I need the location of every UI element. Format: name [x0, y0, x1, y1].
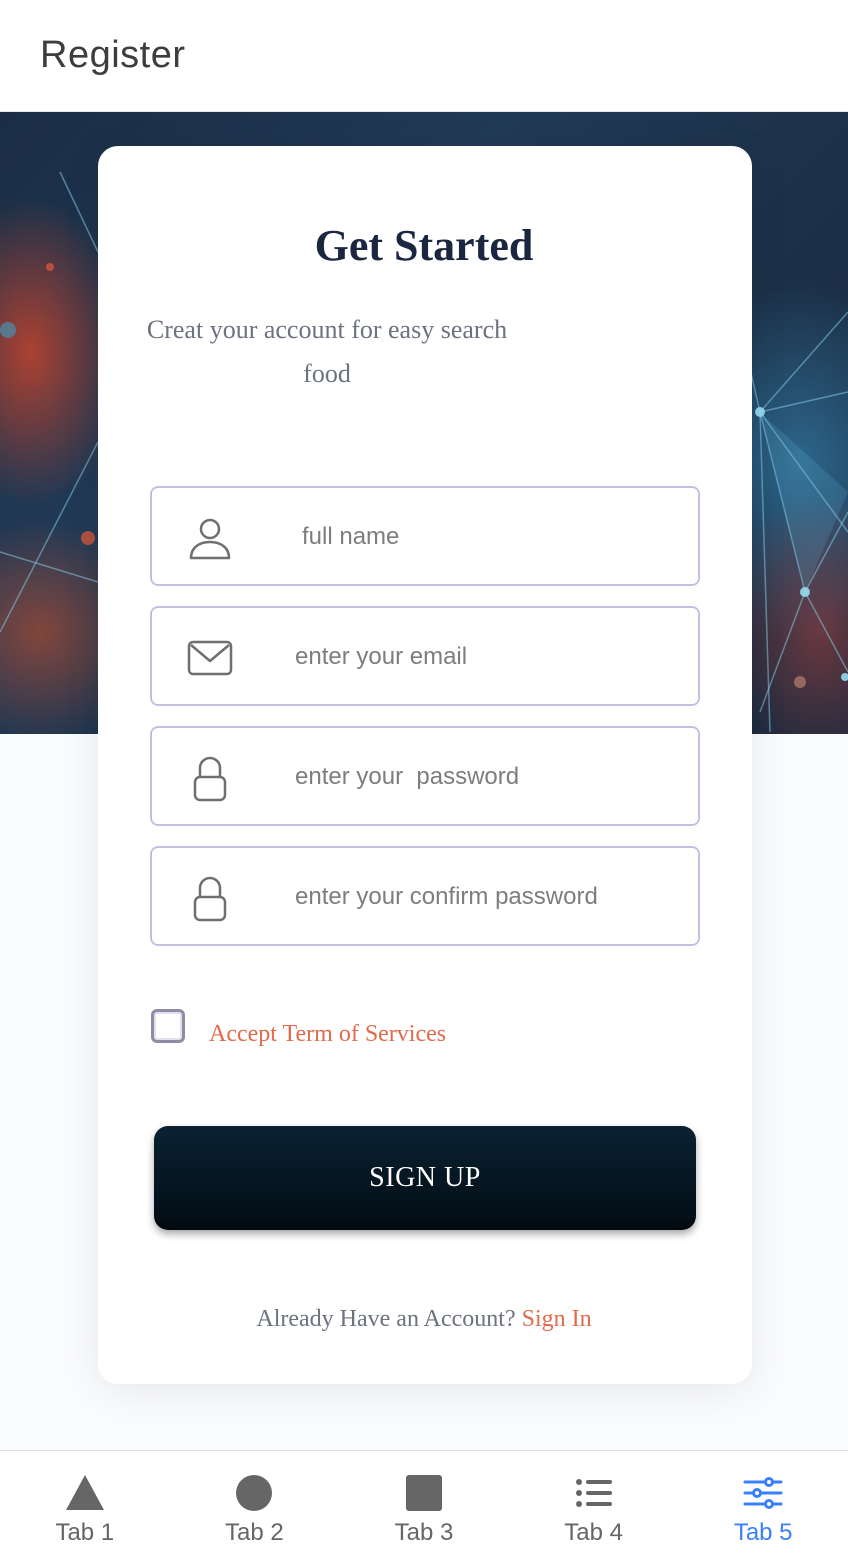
tab-label: Tab 5 [733, 1519, 793, 1546]
terms-label[interactable]: Accept Term of Services [209, 1021, 446, 1048]
tab-1[interactable]: Tab 1 [0, 1451, 170, 1564]
bottom-tab-bar: Tab 1 Tab 2 Tab 3 Tab 4 Tab 5 [0, 1450, 848, 1564]
password-field[interactable]: enter your password [150, 726, 700, 826]
password-placeholder: enter your password [295, 763, 520, 790]
tab-3[interactable]: Tab 3 [339, 1451, 509, 1564]
full-name-placeholder: full name [302, 523, 400, 550]
terms-checkbox[interactable] [151, 1009, 185, 1043]
confirm-password-placeholder: enter your confirm password [295, 883, 598, 910]
card-subtitle: Creat your account for easy search food [146, 315, 508, 388]
email-placeholder: enter your email [295, 643, 468, 670]
tab-4[interactable]: Tab 4 [509, 1451, 679, 1564]
card-title: Get Started [314, 221, 534, 270]
person-icon [186, 514, 234, 562]
full-name-field[interactable]: full name [150, 486, 700, 586]
tab-label: Tab 4 [564, 1519, 623, 1546]
email-field[interactable]: enter your email [150, 606, 700, 706]
tab-label: Tab 2 [225, 1519, 284, 1546]
square-icon [404, 1473, 444, 1513]
mail-icon [186, 634, 234, 682]
tab-2[interactable]: Tab 2 [170, 1451, 340, 1564]
tab-label: Tab 3 [394, 1519, 454, 1546]
sliders-icon [743, 1473, 783, 1513]
tab-label: Tab 1 [55, 1519, 115, 1546]
sign-in-prompt-line: Already Have an Account? Sign In [0, 1306, 848, 1333]
page-title: Register [40, 34, 186, 76]
list-icon [574, 1473, 614, 1513]
triangle-icon [65, 1473, 105, 1513]
sign-in-link[interactable]: Sign In [522, 1306, 592, 1332]
circle-icon [234, 1473, 274, 1513]
app-header: Register [0, 0, 848, 112]
confirm-password-field[interactable]: enter your confirm password [150, 846, 700, 946]
tab-5[interactable]: Tab 5 [678, 1451, 848, 1564]
lock-icon [186, 874, 234, 922]
sign-up-button[interactable]: SIGN UP [154, 1126, 696, 1230]
lock-icon [186, 754, 234, 802]
sign-in-prompt: Already Have an Account? [256, 1306, 516, 1332]
